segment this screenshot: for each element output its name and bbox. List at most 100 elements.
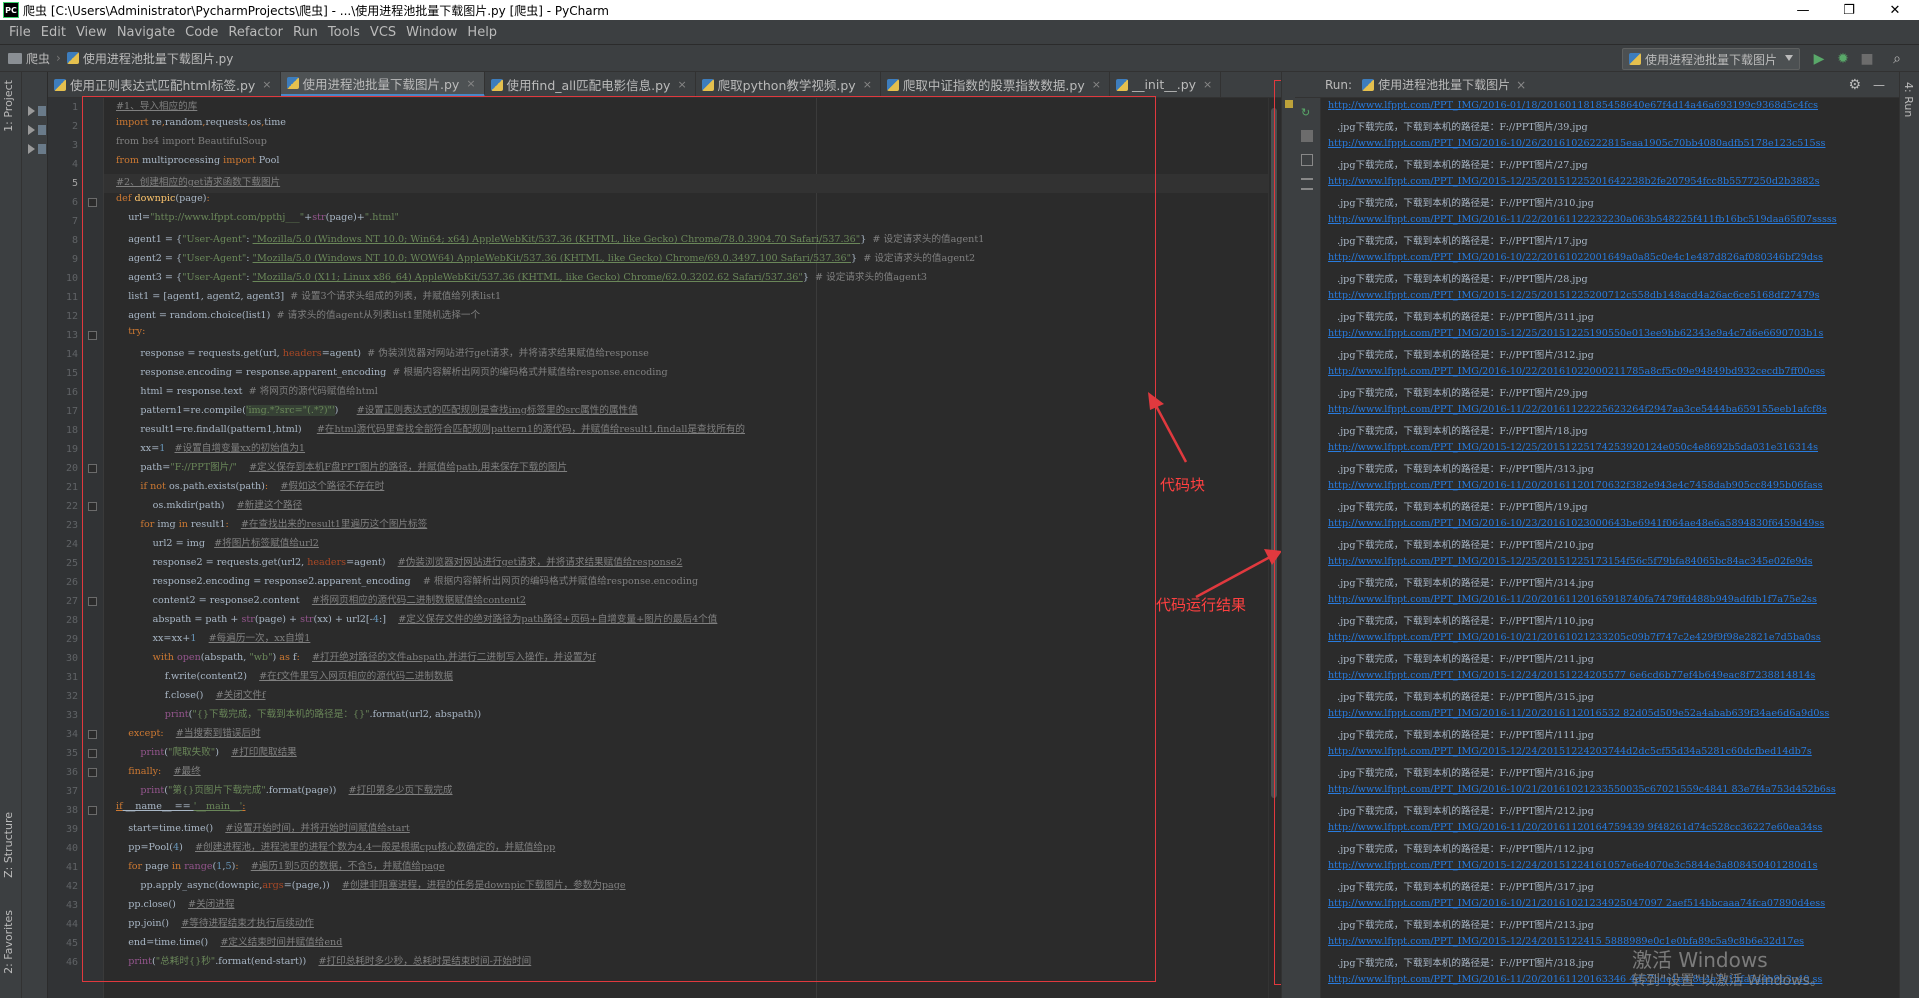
output-link[interactable]: http://www.lfppt.com/PPT_IMG/2015-12/25/…: [1328, 442, 1818, 461]
editor-tab[interactable]: 使用find_all匹配电影信息.py ×: [485, 72, 696, 97]
tab-close-icon[interactable]: ×: [863, 78, 872, 91]
fold-marker-icon[interactable]: [88, 331, 97, 340]
line-number: 46: [65, 957, 78, 968]
menu-item-code[interactable]: Code: [180, 25, 223, 40]
tab-close-icon[interactable]: ×: [677, 78, 686, 91]
debug-icon[interactable]: ✹: [1834, 50, 1852, 68]
output-link[interactable]: http://www.lfppt.com/PPT_IMG/2016-10/23/…: [1328, 518, 1824, 537]
output-link[interactable]: http://www.lfppt.com/PPT_IMG/2016-10/22/…: [1328, 252, 1823, 271]
line-number: 8: [71, 235, 78, 246]
stop-icon[interactable]: ■: [1858, 50, 1876, 68]
code-line: except: #当搜索到错误后时: [128, 728, 261, 739]
editor-tab[interactable]: 使用正则表达式匹配html标签.py ×: [48, 72, 281, 97]
hide-panel-icon[interactable]: —: [1873, 78, 1885, 92]
structure-tool-tab[interactable]: Z: Structure: [2, 812, 15, 878]
right-tool-strip: 4: Run: [1899, 72, 1919, 998]
menu-item-refactor[interactable]: Refactor: [223, 25, 288, 40]
rerun-icon[interactable]: ↻: [1301, 106, 1313, 119]
output-link[interactable]: http://www.lfppt.com/PPT_IMG/2016-11/22/…: [1328, 214, 1837, 233]
editor-tab[interactable]: 爬取python教学视频.py ×: [696, 72, 881, 97]
output-link[interactable]: http://www.lfppt.com/PPT_IMG/2015-12/25/…: [1328, 290, 1820, 309]
wrap-icon[interactable]: [1301, 178, 1313, 190]
tab-close-icon[interactable]: ×: [1203, 78, 1212, 91]
minimize-button[interactable]: —: [1780, 0, 1826, 20]
output-link[interactable]: http://www.lfppt.com/PPT_IMG/2015-12/24/…: [1328, 670, 1815, 689]
code-editor[interactable]: 1 2 3 4 5 6 7 8 9 10 11 12 13 14 15 16 17 18 19 20 21 22 23 24 2…: [48, 98, 1281, 998]
output-link[interactable]: http://www.lfppt.com/PPT_IMG/2016-11/20/…: [1328, 708, 1829, 727]
output-link[interactable]: http://www.lfppt.com/PPT_IMG/2016-10/21/…: [1328, 784, 1836, 803]
activation-watermark-subtitle: 转到"设置"以激活 Windows。: [1632, 973, 1824, 989]
close-window-button[interactable]: ✕: [1872, 0, 1918, 20]
project-tool-tab[interactable]: 1: Project: [2, 80, 15, 132]
tab-close-icon[interactable]: ×: [466, 77, 475, 90]
output-link[interactable]: http://www.lfppt.com/PPT_IMG/2016-10/26/…: [1328, 138, 1825, 157]
output-link[interactable]: http://www.lfppt.com/PPT_IMG/2016-11/20/…: [1328, 594, 1817, 613]
menu-item-view[interactable]: View: [71, 25, 112, 40]
run-config-tab[interactable]: 使用进程池批量下载图片: [1378, 76, 1510, 93]
menu-item-window[interactable]: Window: [401, 25, 462, 40]
menu-item-tools[interactable]: Tools: [323, 25, 365, 40]
fold-marker-icon[interactable]: [88, 597, 97, 606]
run-configuration-select[interactable]: 使用进程池批量下载图片: [1622, 48, 1800, 70]
output-link[interactable]: http://www.lfppt.com/PPT_IMG/2015-12/25/…: [1328, 556, 1813, 575]
fold-marker-icon[interactable]: [88, 464, 97, 473]
fold-marker-icon[interactable]: [88, 730, 97, 739]
favorites-tool-tab[interactable]: 2: Favorites: [2, 910, 15, 974]
python-file-icon: [286, 77, 299, 89]
editor-tab[interactable]: 使用进程池批量下载图片.py ×: [280, 72, 485, 97]
code-line: response.encoding = response.apparent_en…: [116, 367, 668, 378]
expand-arrow-icon[interactable]: [28, 125, 35, 135]
scrollbar-thumb[interactable]: [1271, 108, 1277, 798]
menu-item-vcs[interactable]: VCS: [365, 25, 401, 40]
output-link[interactable]: http://www.lfppt.com/PPT_IMG/2016-10/21/…: [1328, 632, 1821, 651]
menu-item-help[interactable]: Help: [462, 25, 502, 40]
python-file-icon: [1629, 53, 1641, 65]
search-icon[interactable]: ⌕: [1888, 50, 1906, 68]
editor-tab[interactable]: __init__.py ×: [1110, 72, 1222, 97]
maximize-button[interactable]: ❐: [1826, 0, 1872, 20]
expand-arrow-icon[interactable]: [28, 106, 35, 116]
output-link[interactable]: http://www.lfppt.com/PPT_IMG/2016-11/22/…: [1328, 404, 1827, 423]
output-link[interactable]: http://www.lfppt.com/PPT_IMG/2016-10/22/…: [1328, 366, 1825, 385]
output-link[interactable]: http://www.lfppt.com/PPT_IMG/2016-11/20/…: [1328, 480, 1823, 499]
expand-arrow-icon[interactable]: [28, 144, 35, 154]
tab-label: 爬取中证指数的股票指数数据.py: [902, 78, 1085, 93]
output-link[interactable]: http://www.lfppt.com/PPT_IMG/2015-12/25/…: [1328, 328, 1823, 347]
breadcrumb-project[interactable]: 爬虫: [26, 50, 50, 67]
fold-marker-icon[interactable]: [88, 502, 97, 511]
pause-icon[interactable]: [1301, 154, 1313, 166]
editor-scrollbar[interactable]: [1268, 98, 1278, 998]
fold-marker-icon[interactable]: [88, 806, 97, 815]
fold-marker-icon[interactable]: [88, 749, 97, 758]
run-output-console[interactable]: http://www.lfppt.com/PPT_IMG/2016-01/18/…: [1328, 98, 1894, 998]
warning-marker-icon[interactable]: [1285, 100, 1293, 108]
menu-item-edit[interactable]: Edit: [36, 25, 71, 40]
line-number: 5: [71, 178, 78, 189]
fold-marker-icon[interactable]: [88, 768, 97, 777]
tab-close-icon[interactable]: ×: [1092, 78, 1101, 91]
output-link[interactable]: http://www.lfppt.com/PPT_IMG/2016-01/18/…: [1328, 100, 1818, 119]
stop-icon[interactable]: [1301, 130, 1313, 142]
menu-item-file[interactable]: File: [4, 25, 36, 40]
output-line: .jpg下载完成，下载到本机的路径是：F://PPT图片/29.jpg: [1328, 388, 1588, 399]
breadcrumb-file[interactable]: 使用进程池批量下载图片.py: [83, 50, 234, 67]
tab-label: 使用进程池批量下载图片.py: [302, 76, 460, 92]
code-line: for page in range(1,5): #遍历1到5页的数据，不含5，并…: [128, 861, 445, 872]
run-tool-tab[interactable]: 4: Run: [1902, 82, 1915, 117]
line-number: 18: [65, 425, 78, 436]
output-link[interactable]: http://www.lfppt.com/PPT_IMG/2015-12/24/…: [1328, 860, 1818, 879]
gear-icon[interactable]: ⚙: [1848, 77, 1861, 93]
code-line: html = response.text # 将网页的源代码赋值给html: [116, 386, 378, 397]
fold-marker-icon[interactable]: [88, 198, 97, 207]
code-area[interactable]: #1、导入相应的库 import re,random,requests,os,t…: [104, 98, 1276, 998]
output-link[interactable]: http://www.lfppt.com/PPT_IMG/2016-10/21/…: [1328, 898, 1825, 917]
output-link[interactable]: http://www.lfppt.com/PPT_IMG/2015-12/25/…: [1328, 176, 1820, 195]
output-link[interactable]: http://www.lfppt.com/PPT_IMG/2015-12/24/…: [1328, 746, 1812, 765]
menu-item-run[interactable]: Run: [288, 25, 323, 40]
editor-tab[interactable]: 爬取中证指数的股票指数数据.py ×: [881, 72, 1110, 97]
menu-item-navigate[interactable]: Navigate: [112, 25, 180, 40]
run-tab-close[interactable]: ×: [1516, 78, 1526, 92]
output-link[interactable]: http://www.lfppt.com/PPT_IMG/2016-11/20/…: [1328, 822, 1822, 841]
tab-close-icon[interactable]: ×: [262, 78, 271, 91]
run-icon[interactable]: ▶: [1810, 50, 1828, 68]
